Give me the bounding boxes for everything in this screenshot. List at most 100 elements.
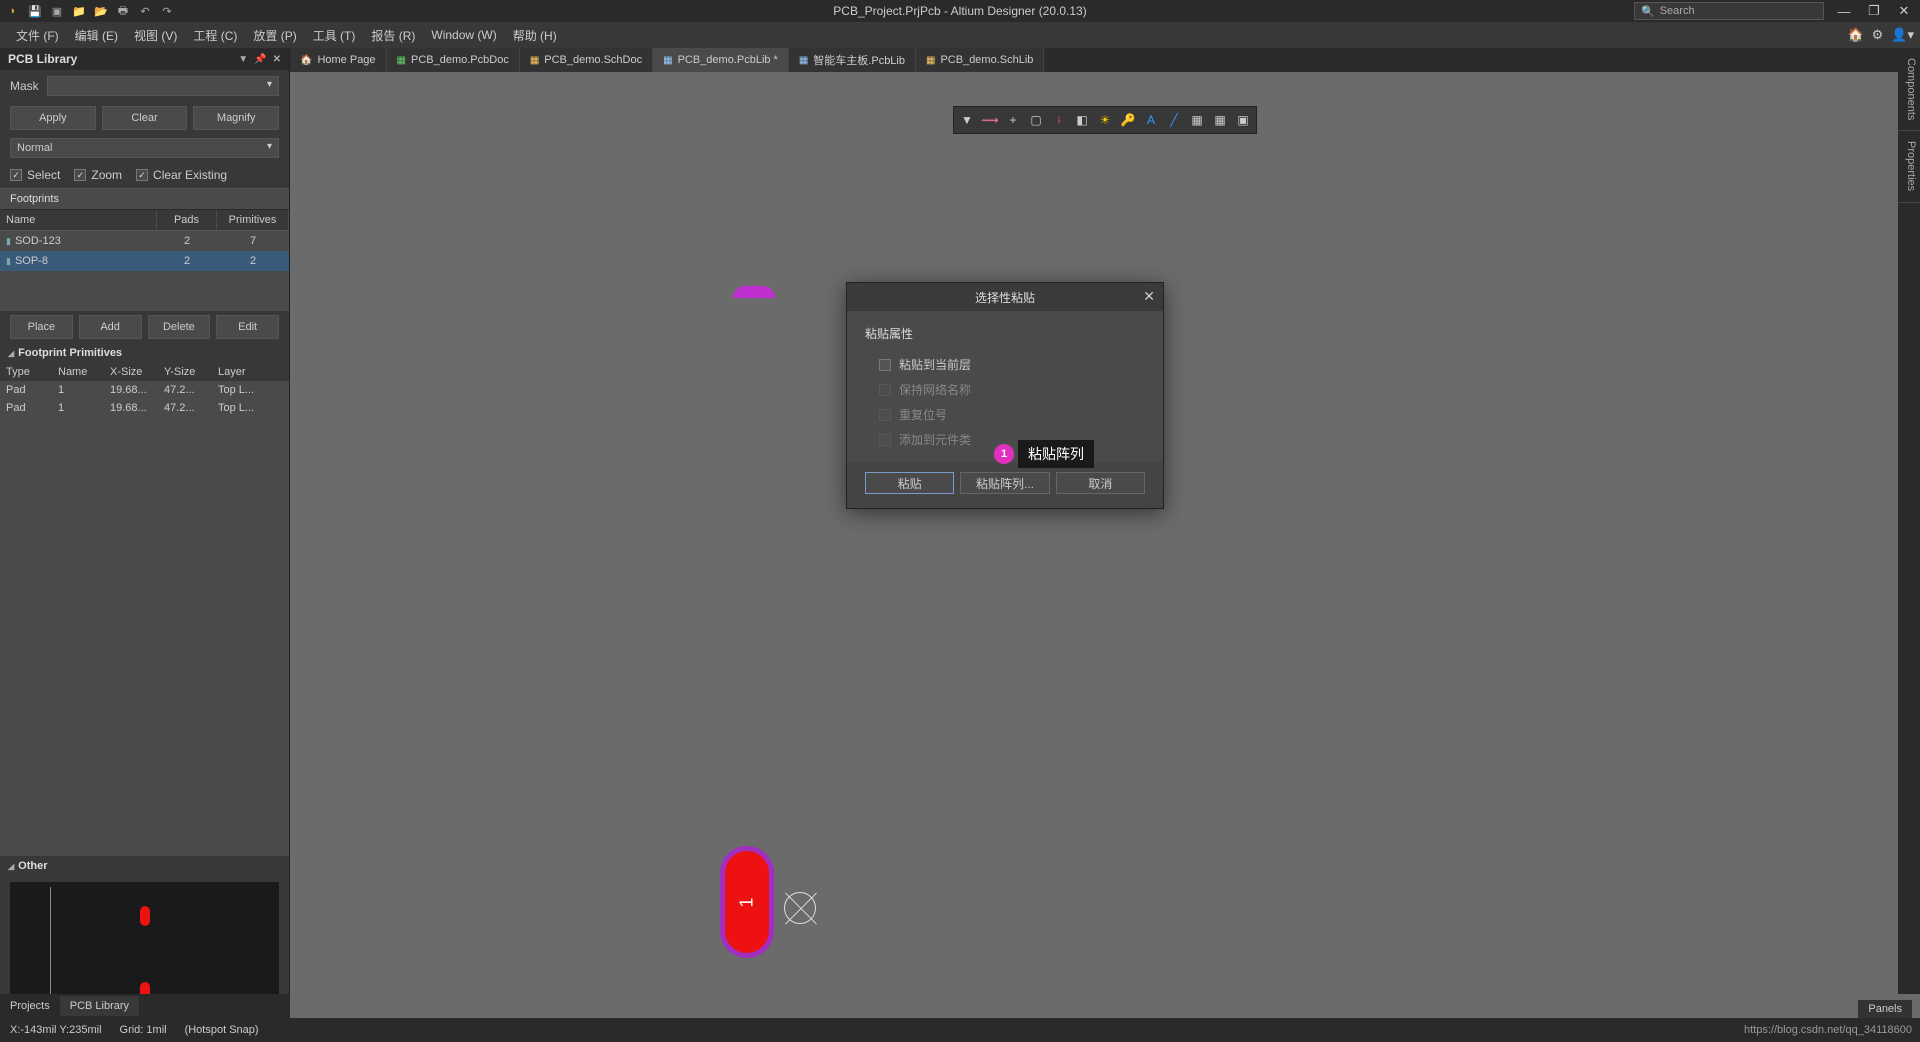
search-box[interactable]: 🔍 Search [1634, 2, 1824, 20]
user-icon[interactable]: 👤▾ [1891, 27, 1914, 43]
pad-object[interactable]: 1 [720, 846, 774, 958]
panel-dropdown-icon[interactable]: ▼ [238, 54, 248, 65]
menu-place[interactable]: 放置 (P) [245, 23, 304, 48]
panel-header: PCB Library ▼ 📌 ✕ [0, 48, 289, 70]
footprints-grid: ▮SOD-123 2 7 ▮SOP-8 2 2 [0, 231, 289, 311]
watermark: https://blog.csdn.net/qq_34118600 [1744, 1024, 1912, 1036]
footprint-icon: ▮ [6, 236, 11, 247]
panel-close-icon[interactable]: ✕ [273, 54, 281, 65]
properties-panel-tab[interactable]: Properties [1898, 131, 1920, 202]
save-icon[interactable]: 💾 [28, 4, 42, 18]
cancel-button[interactable]: 取消 [1056, 472, 1145, 494]
pcb-canvas[interactable]: ▼ ⟿ + ▢ ⟊ ◧ ☀ 🔑 A ╱ ▦ ▦ ▣ 1 选择性粘贴 [290, 72, 1920, 1018]
dialog-title-bar[interactable]: 选择性粘贴 ✕ [847, 283, 1163, 311]
grid1-icon[interactable]: ▦ [1186, 109, 1208, 131]
menu-help[interactable]: 帮助 (H) [505, 23, 565, 48]
chk-clear-existing[interactable]: ✓Clear Existing [136, 168, 227, 182]
search-placeholder: Search [1660, 5, 1695, 17]
other-title[interactable]: Other [0, 856, 289, 876]
star-icon[interactable]: ☀ [1094, 109, 1116, 131]
footprint-primitives-title[interactable]: Footprint Primitives [0, 343, 289, 363]
open-icon[interactable]: 📁 [72, 4, 86, 18]
footprint-row[interactable]: ▮SOD-123 2 7 [0, 231, 289, 251]
chk-select[interactable]: ✓Select [10, 168, 60, 182]
text-icon[interactable]: A [1140, 109, 1162, 131]
rect-icon[interactable]: ▢ [1025, 109, 1047, 131]
projects-tab[interactable]: Projects [0, 996, 60, 1016]
normal-select[interactable]: Normal [10, 138, 279, 158]
delete-button[interactable]: Delete [148, 315, 211, 339]
home-icon[interactable]: 🏠 [1847, 27, 1863, 43]
pcblib-tab[interactable]: PCB Library [60, 996, 139, 1016]
footprints-grid-header: Name Pads Primitives [0, 210, 289, 231]
apply-button[interactable]: Apply [10, 106, 96, 130]
preview-pad [140, 906, 150, 926]
title-bar: PCB_Project.PrjPcb - Altium Designer (20… [0, 0, 1920, 22]
tab-schlib[interactable]: ▦PCB_demo.SchLib [916, 48, 1044, 72]
search-icon: 🔍 [1641, 5, 1655, 18]
primitive-row[interactable]: Pad 1 19.68... 47.2... Top L... [0, 381, 289, 399]
dialog-close-icon[interactable]: ✕ [1143, 288, 1155, 305]
filter-icon[interactable]: ▼ [956, 109, 978, 131]
tab-schdoc[interactable]: ▦PCB_demo.SchDoc [520, 48, 653, 72]
menu-window[interactable]: Window (W) [423, 24, 504, 46]
tab-smartcar[interactable]: ▦智能车主板.PcbLib [789, 48, 916, 72]
menu-edit[interactable]: 编辑 (E) [67, 23, 126, 48]
document-tabs: 🏠Home Page ▦PCB_demo.PcbDoc ▦PCB_demo.Sc… [290, 48, 1920, 72]
active-bar: ▼ ⟿ + ▢ ⟊ ◧ ☀ 🔑 A ╱ ▦ ▦ ▣ [953, 106, 1257, 134]
dim-icon[interactable]: ⟊ [1048, 109, 1070, 131]
save-all-icon[interactable]: ▣ [50, 4, 64, 18]
mask-select[interactable] [47, 76, 279, 96]
tab-home[interactable]: 🏠Home Page [290, 48, 387, 72]
grid2-icon[interactable]: ▦ [1209, 109, 1231, 131]
redo-icon[interactable]: ↷ [160, 4, 174, 18]
status-grid: Grid: 1mil [120, 1024, 167, 1036]
paste-array-button[interactable]: 粘贴阵列... [960, 472, 1049, 494]
add-button[interactable]: Add [79, 315, 142, 339]
menu-view[interactable]: 视图 (V) [126, 23, 185, 48]
tab-pcblib[interactable]: ▦PCB_demo.PcbLib * [653, 48, 789, 72]
paste-button[interactable]: 粘贴 [865, 472, 954, 494]
menu-project[interactable]: 工程 (C) [185, 23, 245, 48]
edit-button[interactable]: Edit [216, 315, 279, 339]
maximize-button[interactable]: ❐ [1864, 3, 1884, 19]
erase-icon[interactable]: ◧ [1071, 109, 1093, 131]
home-icon: 🏠 [300, 55, 312, 66]
open-project-icon[interactable]: 📂 [94, 4, 108, 18]
sch-icon: ▦ [530, 55, 539, 66]
panels-button[interactable]: Panels [1858, 1000, 1912, 1018]
minimize-button[interactable]: — [1834, 4, 1854, 19]
plus-icon[interactable]: + [1002, 109, 1024, 131]
place-button[interactable]: Place [10, 315, 73, 339]
paste-special-dialog: 选择性粘贴 ✕ 粘贴属性 粘贴到当前层 保持网络名称 重复位号 添加到元件类 粘… [846, 282, 1164, 509]
line-icon[interactable]: ╱ [1163, 109, 1185, 131]
left-panel: PCB Library ▼ 📌 ✕ Mask Apply Clear Magni… [0, 48, 290, 1042]
chk-paste-current-layer[interactable]: 粘贴到当前层 [865, 352, 1145, 377]
pcblib-icon: ▦ [799, 55, 808, 66]
tab-pcbdoc[interactable]: ▦PCB_demo.PcbDoc [387, 48, 520, 72]
clear-button[interactable]: Clear [102, 106, 188, 130]
callout-label: 粘贴阵列 [1018, 440, 1094, 468]
undo-icon[interactable]: ↶ [138, 4, 152, 18]
menu-report[interactable]: 报告 (R) [363, 23, 423, 48]
footprint-icon: ▮ [6, 256, 11, 267]
menu-file[interactable]: 文件 (F) [8, 23, 67, 48]
gear-icon[interactable]: ⚙ [1872, 27, 1884, 43]
print-icon[interactable]: 🖶 [116, 4, 130, 18]
altium-logo-icon: ◗ [6, 4, 20, 18]
menu-tools[interactable]: 工具 (T) [305, 23, 364, 48]
key-icon[interactable]: 🔑 [1117, 109, 1139, 131]
primitives-grid: Pad 1 19.68... 47.2... Top L... Pad 1 19… [0, 381, 289, 856]
chk-zoom[interactable]: ✓Zoom [74, 168, 122, 182]
grid3-icon[interactable]: ▣ [1232, 109, 1254, 131]
components-panel-tab[interactable]: Components [1898, 48, 1920, 131]
panel-pin-icon[interactable]: 📌 [254, 54, 266, 65]
status-coords: X:-143mil Y:235mil [10, 1024, 102, 1036]
close-window-button[interactable]: ✕ [1894, 3, 1914, 19]
magnify-button[interactable]: Magnify [193, 106, 279, 130]
menu-bar: 文件 (F) 编辑 (E) 视图 (V) 工程 (C) 放置 (P) 工具 (T… [0, 22, 1920, 48]
primitive-row[interactable]: Pad 1 19.68... 47.2... Top L... [0, 399, 289, 417]
footprint-row[interactable]: ▮SOP-8 2 2 [0, 251, 289, 271]
track-icon[interactable]: ⟿ [979, 109, 1001, 131]
app-title: PCB_Project.PrjPcb - Altium Designer (20… [833, 4, 1086, 18]
